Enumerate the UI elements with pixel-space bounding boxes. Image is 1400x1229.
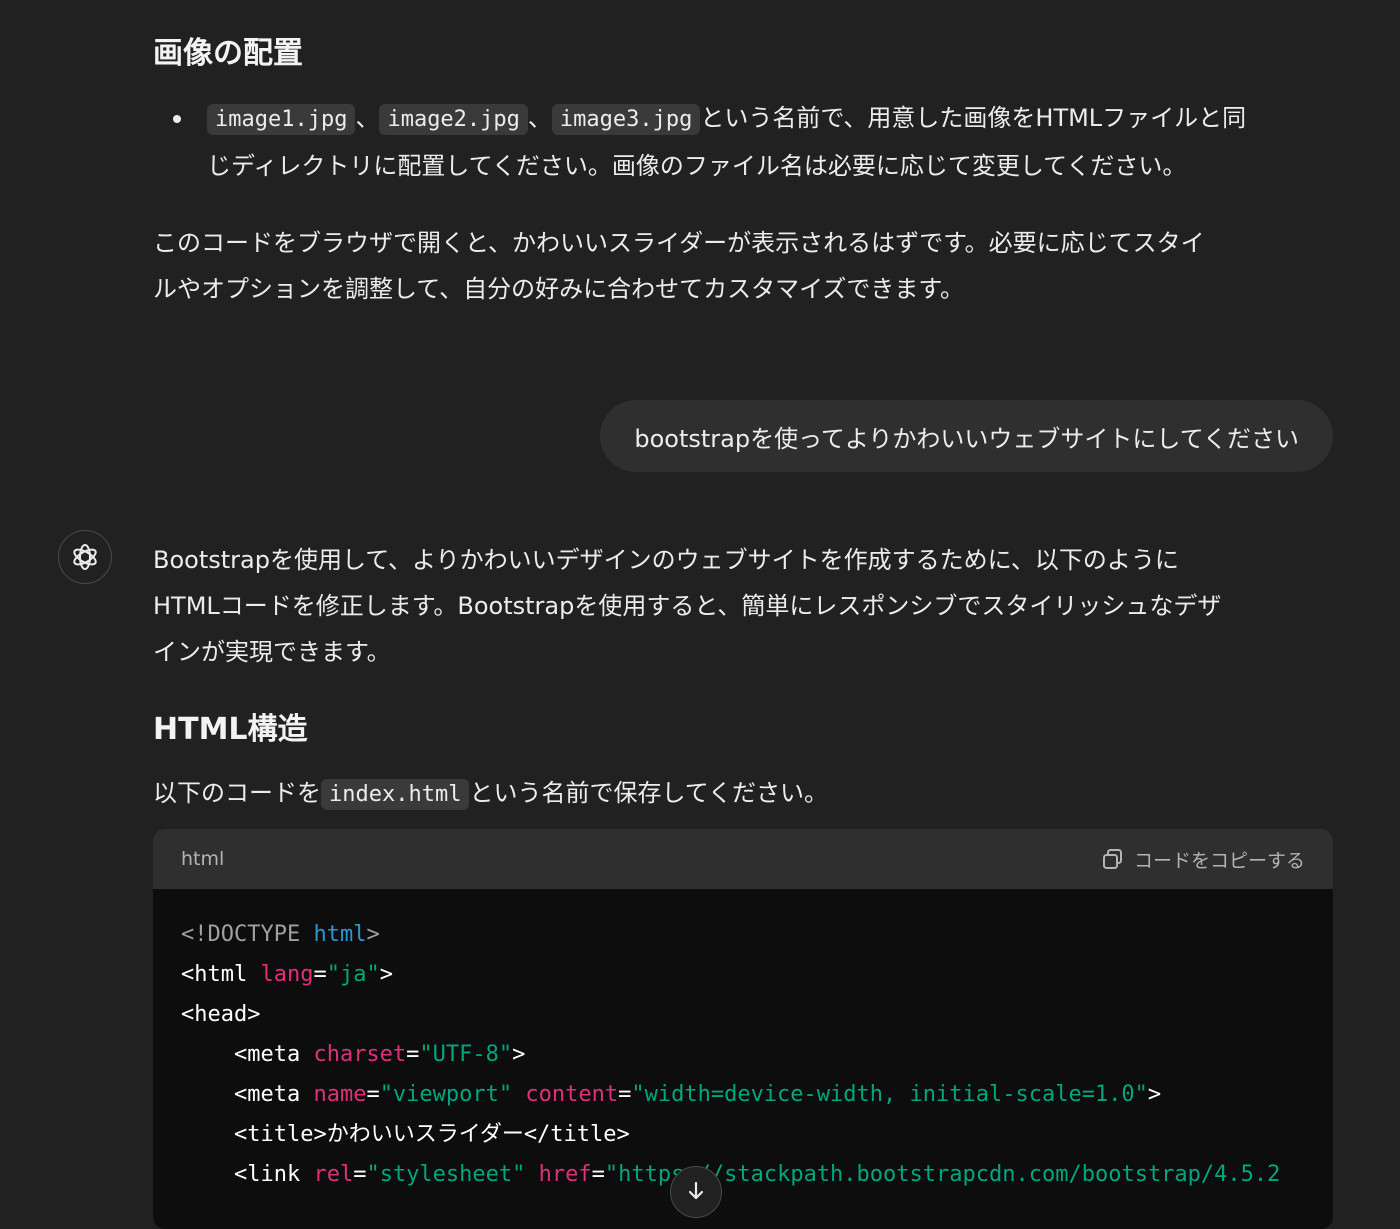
save-instruction: 以下のコードを index.html という名前で保存してください。 xyxy=(153,770,1333,818)
bullet-text-line2: じディレクトリに配置してください。画像のファイル名は必要に応じて変更してください… xyxy=(207,152,1187,180)
code-line: <head> xyxy=(181,1002,261,1027)
inline-code-image1: image1.jpg xyxy=(207,104,356,135)
section-heading: HTML構造 xyxy=(153,712,308,747)
bullet-list: image1.jpg、 image2.jpg、 image3.jpg という名前で、用… xyxy=(153,95,1333,189)
separator: 、 xyxy=(527,104,552,132)
inline-code-image3: image3.jpg xyxy=(551,104,701,135)
slider-info-paragraph: このコードをブラウザで開くと、かわいいスライダーが表示されるはずです。必要に応じ… xyxy=(153,220,1333,312)
copy-code-button[interactable]: コードをコピーする xyxy=(1102,846,1305,873)
separator: 、 xyxy=(355,104,380,132)
image-files-list: image1.jpg、 image2.jpg、 image3.jpg という名前で、用… xyxy=(153,95,1333,189)
list-item: image1.jpg、 image2.jpg、 image3.jpg という名前で、用… xyxy=(153,95,1333,189)
user-message-bubble: bootstrapを使ってよりかわいいウェブサイトにしてください xyxy=(600,400,1333,472)
bullet-text-line1: という名前で、用意した画像をHTMLファイルと同 xyxy=(700,104,1247,132)
openai-logo-icon xyxy=(73,544,97,570)
user-message-text: bootstrapを使ってよりかわいいウェブサイトにしてください xyxy=(634,424,1299,453)
section-heading: 画像の配置 xyxy=(153,36,303,71)
assistant-intro: Bootstrapを使用して、よりかわいいデザインのウェブサイトを作成するために… xyxy=(153,537,1333,675)
code-line: <html lang="ja"> xyxy=(181,962,393,987)
code-content: <!DOCTYPE html> <html lang="ja"> <head> <m… xyxy=(153,889,1333,1195)
code-line: <!DOCTYPE html> xyxy=(181,922,380,947)
intro-line3: インが実現できます。 xyxy=(153,638,391,666)
arrow-down-icon xyxy=(688,1181,704,1200)
code-line: <meta name="viewport" content="width=dev… xyxy=(181,1082,1162,1107)
save-text-pre: 以下のコードを xyxy=(153,779,321,807)
scroll-to-bottom-button[interactable] xyxy=(670,1166,722,1218)
bullet-dot xyxy=(173,115,181,123)
inline-code-image2: image2.jpg xyxy=(379,104,528,135)
code-language-label: html xyxy=(181,848,225,870)
intro-line1: Bootstrapを使用して、よりかわいいデザインのウェブサイトを作成するために… xyxy=(153,546,1179,574)
code-block: html コードをコピーする <!DOCTYPE html> <html lang… xyxy=(153,829,1333,1229)
code-line: <link rel="stylesheet" href="https://sta… xyxy=(181,1162,1281,1187)
section-image-placement: 画像の配置 xyxy=(153,34,1333,74)
inline-code-index-html: index.html xyxy=(321,779,470,810)
intro-line2: HTMLコードを修正します。Bootstrapを使用すると、簡単にレスポンシブで… xyxy=(153,592,1222,620)
assistant-avatar xyxy=(58,530,112,584)
paragraph-line1: このコードをブラウザで開くと、かわいいスライダーが表示されるはずです。必要に応じ… xyxy=(153,229,1205,257)
save-text-post: という名前で保存してください。 xyxy=(469,779,829,807)
paragraph-line2: ルやオプションを調整して、自分の好みに合わせてカスタマイズできます。 xyxy=(153,275,964,303)
section-html-structure: HTML構造 xyxy=(153,710,1333,750)
code-line: <title>かわいいスライダー</title> xyxy=(181,1122,630,1147)
copy-icon xyxy=(1102,849,1122,869)
code-block-header: html コードをコピーする xyxy=(153,829,1333,889)
copy-code-label: コードをコピーする xyxy=(1133,849,1305,872)
code-line: <meta charset="UTF-8"> xyxy=(181,1042,526,1067)
